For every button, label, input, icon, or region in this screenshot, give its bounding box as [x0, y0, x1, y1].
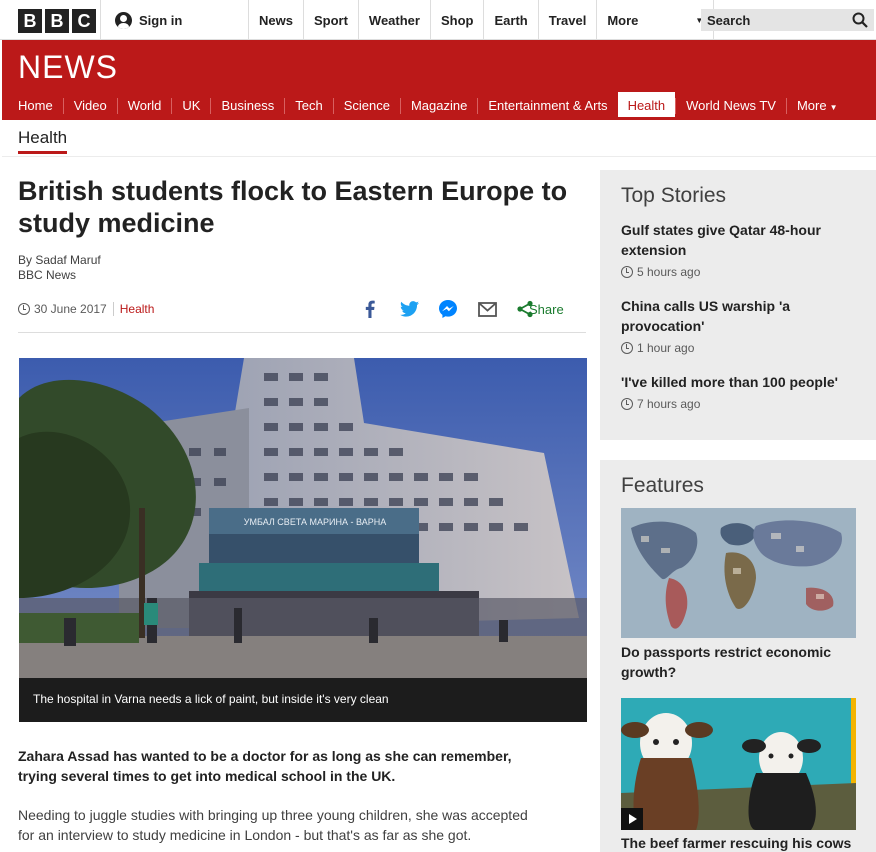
article-date: 30 June 2017: [34, 302, 107, 316]
news-nav-more-label: More: [796, 98, 827, 113]
divider: [2, 156, 876, 157]
news-nav-science[interactable]: Science: [332, 98, 400, 114]
feature-title[interactable]: The beef farmer rescuing his cows: [621, 833, 856, 852]
top-story-title[interactable]: China calls US warship 'a provocation': [621, 296, 861, 336]
top-story-item[interactable]: 'I've killed more than 100 people' 7 hou…: [621, 372, 861, 411]
search-input[interactable]: Search: [701, 9, 874, 31]
email-icon[interactable]: [477, 299, 497, 319]
cows-video-thumbnail[interactable]: [621, 698, 856, 830]
bbc-logo-letter: C: [72, 9, 96, 33]
news-nav-video[interactable]: Video: [62, 98, 117, 114]
global-nav-shop[interactable]: Shop: [429, 0, 484, 40]
bbc-logo-letter: B: [45, 9, 69, 33]
global-nav: News Sport Weather Shop Earth Travel Mor…: [248, 0, 715, 40]
article-meta: 30 June 2017 Health: [18, 302, 154, 316]
news-nav-tech[interactable]: Tech: [284, 98, 332, 114]
article-lead: Zahara Assad has wanted to be a doctor f…: [18, 748, 512, 784]
article-headline: British students flock to Eastern Europe…: [18, 176, 568, 238]
news-nav-business[interactable]: Business: [210, 98, 284, 114]
news-nav-world-news-tv[interactable]: World News TV: [675, 98, 786, 114]
clock-icon: [621, 342, 633, 354]
clock-icon: [18, 303, 30, 315]
author-name: By Sadaf Maruf: [18, 253, 101, 267]
article-category-link[interactable]: Health: [120, 302, 155, 316]
news-nav-uk[interactable]: UK: [171, 98, 210, 114]
share-tools: Share: [360, 299, 564, 319]
global-nav-news[interactable]: News: [248, 0, 303, 40]
twitter-icon[interactable]: [399, 299, 419, 319]
news-nav-home[interactable]: Home: [2, 98, 63, 114]
top-stories-heading: Top Stories: [621, 184, 727, 207]
facebook-icon[interactable]: [360, 299, 380, 319]
top-stories-panel: Top Stories Gulf states give Qatar 48-ho…: [600, 170, 876, 440]
global-nav-earth[interactable]: Earth: [483, 0, 537, 40]
passport-map-image[interactable]: [621, 508, 856, 638]
news-nav-world[interactable]: World: [116, 98, 172, 114]
global-nav-travel[interactable]: Travel: [537, 0, 597, 40]
user-icon: [115, 11, 132, 29]
top-story-item[interactable]: Gulf states give Qatar 48-hour extension…: [621, 220, 861, 279]
hospital-sign: УМБАЛ СВЕТА МАРИНА - ВАРНА: [244, 517, 386, 527]
byline: By Sadaf Maruf BBC News: [18, 253, 101, 283]
search-icon[interactable]: [852, 12, 868, 28]
hospital-photo: УМБАЛ СВЕТА МАРИНА - ВАРНА: [19, 358, 587, 678]
caret-down-icon: ▼: [829, 103, 838, 112]
play-icon[interactable]: [621, 808, 643, 830]
top-story-time: 1 hour ago: [637, 341, 695, 355]
section-label[interactable]: Health: [18, 128, 68, 154]
news-nav-entertainment[interactable]: Entertainment & Arts: [477, 98, 617, 114]
search-placeholder: Search: [707, 12, 751, 28]
global-nav-weather[interactable]: Weather: [357, 0, 430, 40]
top-story-time: 7 hours ago: [637, 397, 701, 411]
features-heading: Features: [621, 474, 704, 497]
news-nav-magazine[interactable]: Magazine: [399, 98, 477, 114]
top-story-title[interactable]: 'I've killed more than 100 people': [621, 372, 861, 392]
top-story-item[interactable]: China calls US warship 'a provocation' 1…: [621, 296, 861, 355]
bbc-logo[interactable]: B B C: [18, 9, 96, 33]
share-button[interactable]: Share: [529, 302, 564, 317]
divider: [112, 302, 114, 316]
divider: [18, 332, 586, 333]
sign-in-label: Sign in: [139, 12, 183, 28]
messenger-icon[interactable]: [438, 299, 458, 319]
sign-in-link[interactable]: Sign in: [100, 0, 240, 40]
bbc-logo-letter: B: [18, 9, 42, 33]
feature-title[interactable]: Do passports restrict economic growth?: [621, 642, 856, 682]
news-logo[interactable]: NEWS: [18, 49, 118, 86]
clock-icon: [621, 398, 633, 410]
author-outlet: BBC News: [18, 268, 77, 282]
global-nav-sport[interactable]: Sport: [302, 0, 358, 40]
features-panel: Features Do passports restrict economic …: [600, 460, 876, 852]
image-caption: The hospital in Varna needs a lick of pa…: [19, 678, 587, 722]
news-banner: NEWS Home Video World UK Business Tech S…: [2, 40, 876, 120]
news-nav-health[interactable]: Health: [617, 92, 676, 120]
top-story-time: 5 hours ago: [637, 265, 701, 279]
article-paragraph: Needing to juggle studies with bringing …: [18, 807, 528, 843]
news-nav-more[interactable]: More ▼: [785, 98, 848, 114]
news-nav: Home Video World UK Business Tech Scienc…: [2, 92, 848, 120]
clock-icon: [621, 266, 633, 278]
global-nav-more-label: More: [607, 12, 639, 28]
global-header: B B C Sign in News Sport Weather Shop Ea…: [0, 0, 876, 40]
top-story-title[interactable]: Gulf states give Qatar 48-hour extension: [621, 220, 861, 260]
global-nav-more[interactable]: More ▼: [596, 0, 715, 40]
